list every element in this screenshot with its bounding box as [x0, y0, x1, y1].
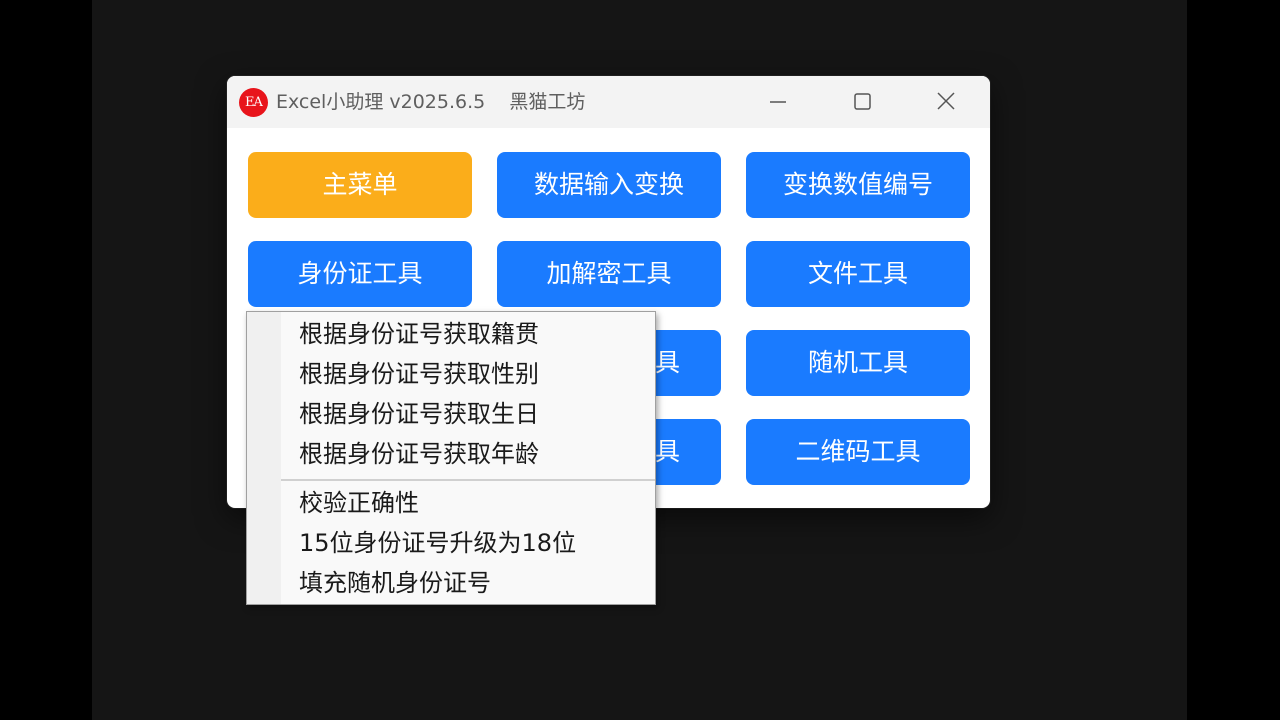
window-title: Excel小助理 v2025.6.5 黑猫工坊: [276, 91, 586, 113]
id-card-tool-button[interactable]: 身份证工具: [248, 241, 472, 307]
menu-separator: [281, 479, 655, 481]
menu-item-fill-random-id[interactable]: 填充随机身份证号: [299, 563, 491, 603]
menu-item-get-hometown[interactable]: 根据身份证号获取籍贯: [299, 314, 539, 354]
minimize-button[interactable]: [753, 82, 803, 122]
id-card-context-menu: 根据身份证号获取籍贯 根据身份证号获取性别 根据身份证号获取生日 根据身份证号获…: [246, 311, 656, 605]
menu-item-get-gender[interactable]: 根据身份证号获取性别: [299, 354, 539, 394]
menu-icon-gutter: [247, 312, 281, 604]
menu-item-get-birthday[interactable]: 根据身份证号获取生日: [299, 394, 539, 434]
close-icon: [937, 92, 955, 110]
title-bar[interactable]: EA Excel小助理 v2025.6.5 黑猫工坊: [227, 76, 990, 128]
data-input-transform-button[interactable]: 数据输入变换: [497, 152, 721, 218]
close-button[interactable]: [921, 82, 971, 122]
app-logo: EA: [239, 88, 268, 117]
qrcode-tool-button[interactable]: 二维码工具: [746, 419, 970, 485]
random-tool-button[interactable]: 随机工具: [746, 330, 970, 396]
menu-item-upgrade-15-to-18[interactable]: 15位身份证号升级为18位: [299, 523, 576, 563]
maximize-button[interactable]: [837, 82, 887, 122]
maximize-icon: [854, 93, 871, 110]
encrypt-decrypt-tool-button[interactable]: 加解密工具: [497, 241, 721, 307]
menu-item-get-age[interactable]: 根据身份证号获取年龄: [299, 434, 539, 474]
minimize-icon: [770, 101, 786, 103]
file-tool-button[interactable]: 文件工具: [746, 241, 970, 307]
menu-item-validate[interactable]: 校验正确性: [299, 483, 419, 523]
main-menu-button[interactable]: 主菜单: [248, 152, 472, 218]
transform-numbering-button[interactable]: 变换数值编号: [746, 152, 970, 218]
